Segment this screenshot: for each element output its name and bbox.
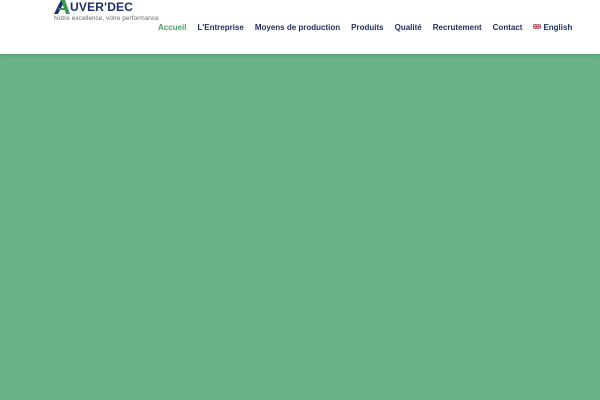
- nav-item-recrutement[interactable]: Recrutement: [433, 22, 482, 34]
- nav-item-moyens-de-production[interactable]: Moyens de production: [255, 22, 340, 34]
- nav-item-qualite[interactable]: Qualité: [395, 22, 422, 34]
- logo-text: UVER'DEC: [70, 0, 134, 14]
- uk-flag-icon: [533, 24, 542, 30]
- nav-item-accueil[interactable]: Accueil: [158, 22, 186, 34]
- logo-icon: [54, 0, 70, 14]
- site-header: UVER'DEC Notre excellence, votre perform…: [0, 0, 600, 54]
- language-switcher-english[interactable]: English: [533, 22, 572, 34]
- hero-section: [0, 54, 600, 400]
- logo-tagline: Notre excellence, votre performance: [54, 15, 159, 22]
- main-nav: Accueil L'Entreprise Moyens de productio…: [158, 22, 572, 34]
- nav-item-entreprise[interactable]: L'Entreprise: [197, 22, 243, 34]
- language-label: English: [543, 23, 573, 32]
- nav-item-contact[interactable]: Contact: [493, 22, 523, 34]
- nav-item-produits[interactable]: Produits: [351, 22, 383, 34]
